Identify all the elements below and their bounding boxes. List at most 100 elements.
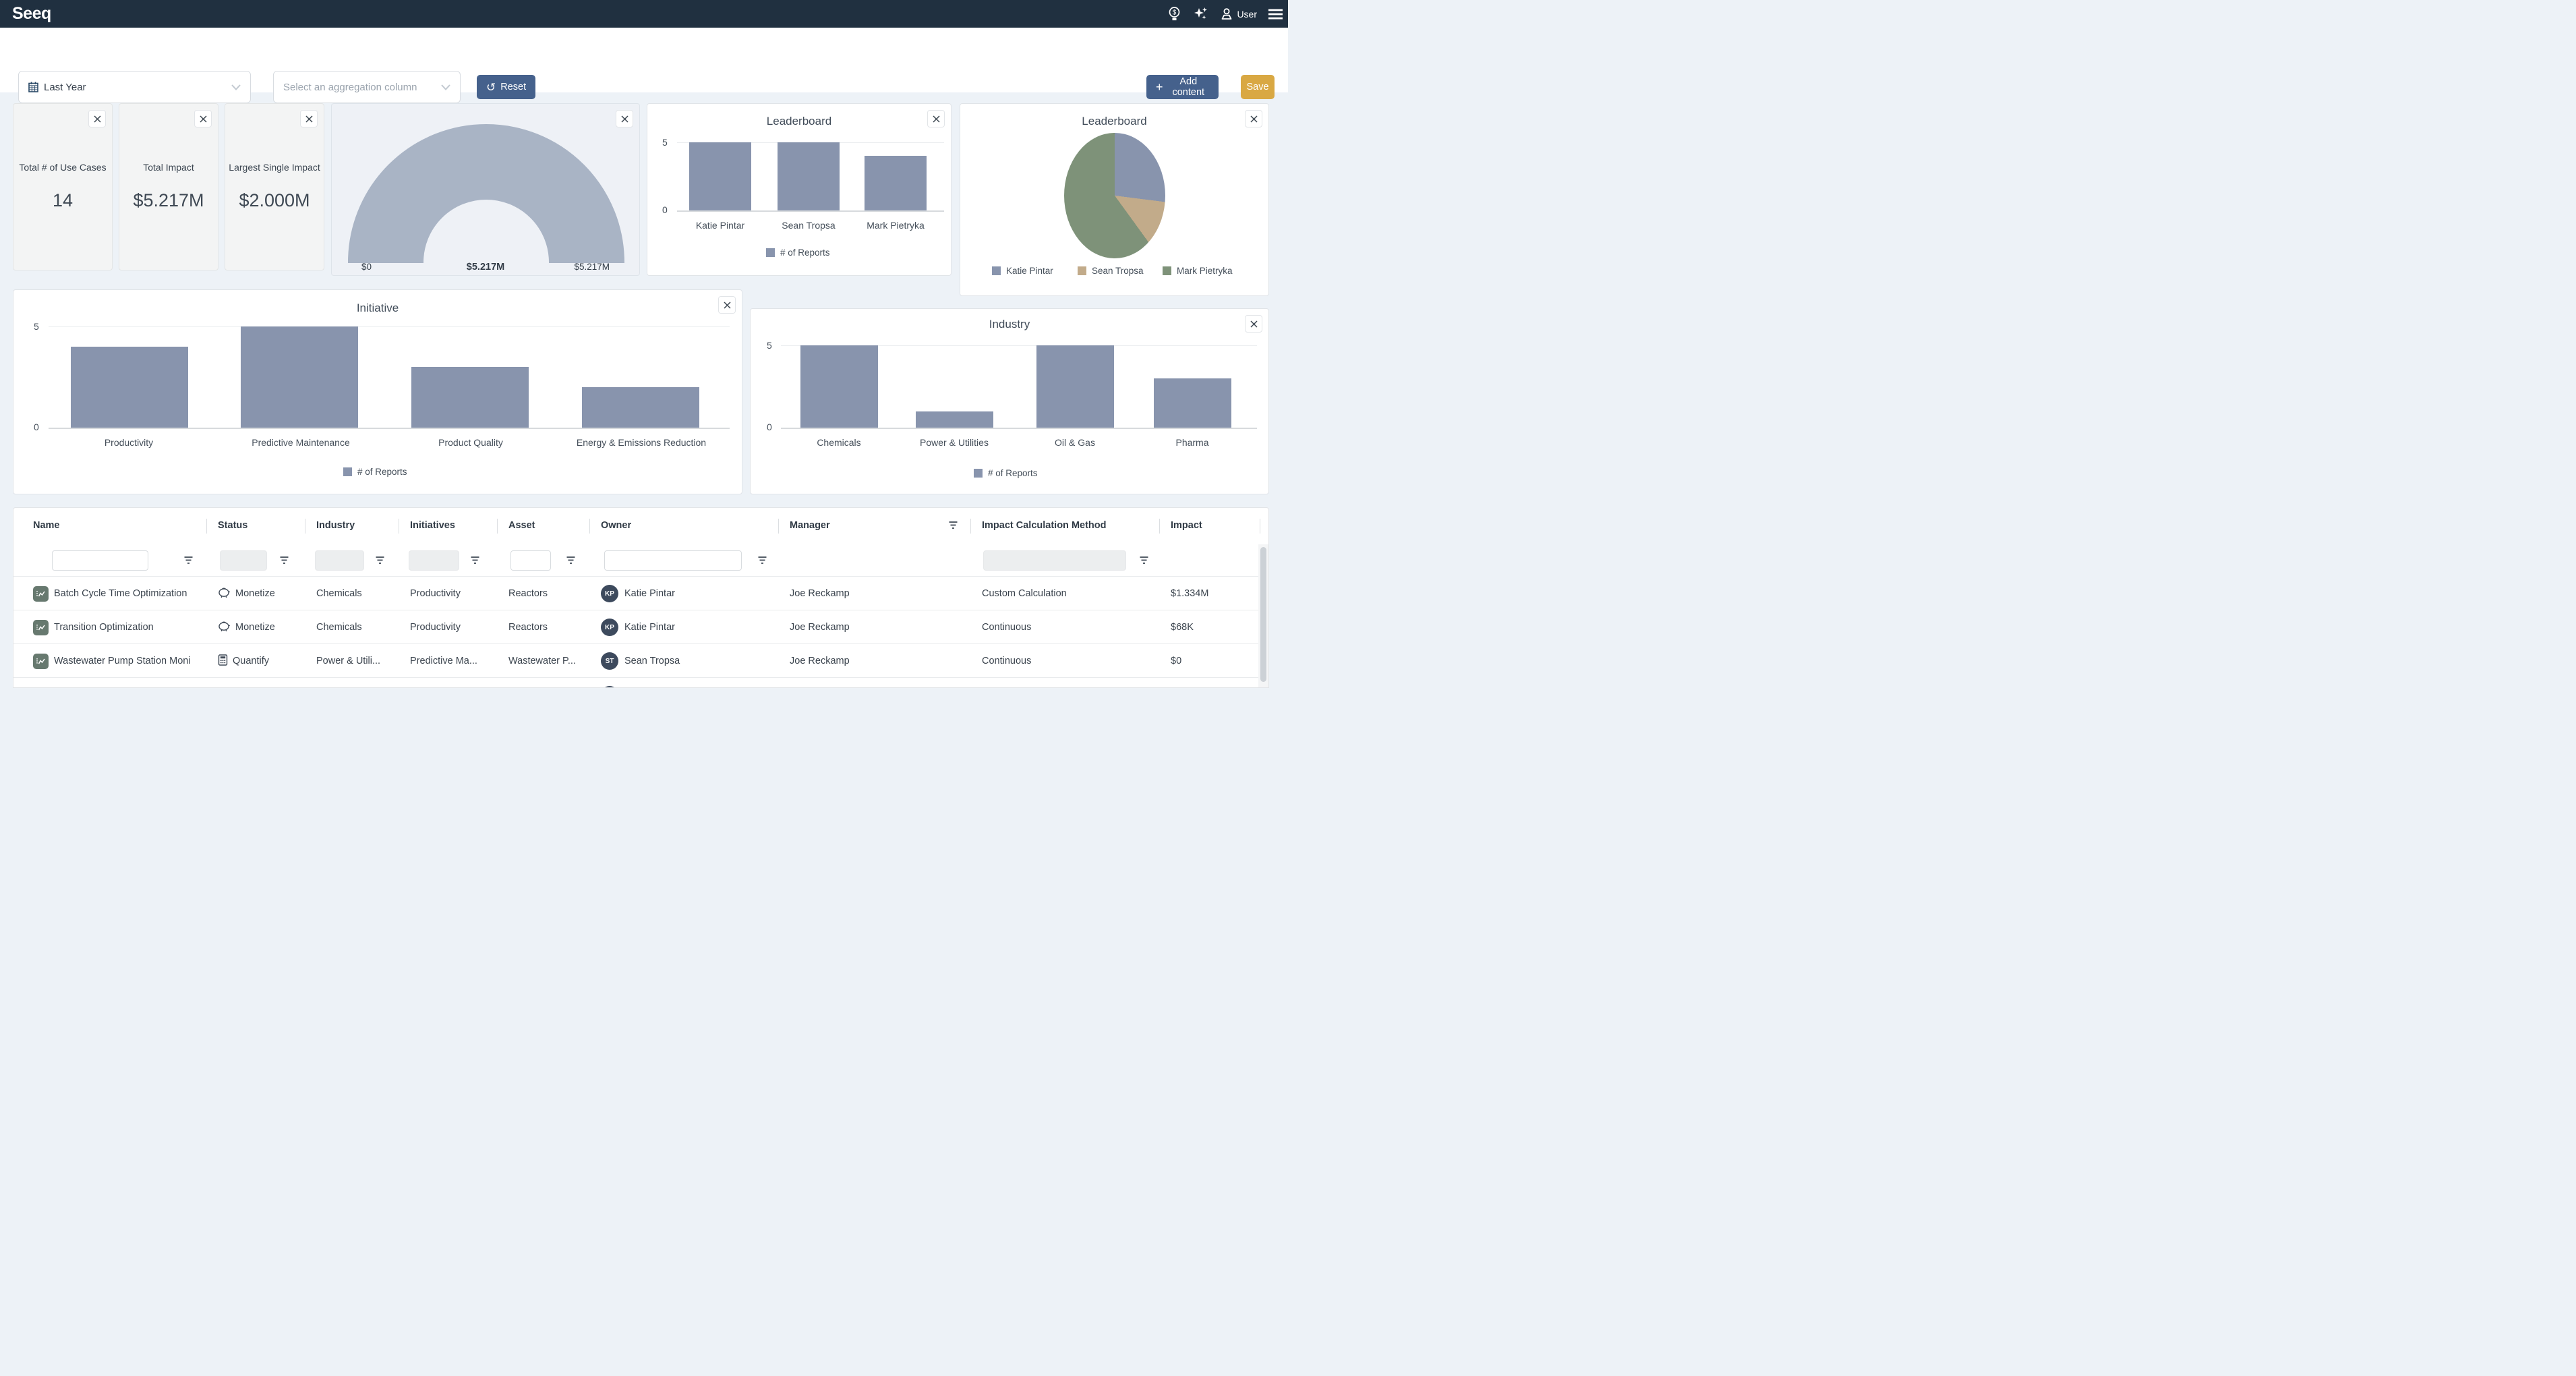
chevron-down-icon <box>231 84 241 90</box>
report-icon <box>33 687 49 689</box>
column-divider <box>589 519 590 534</box>
impact-lightbulb-icon[interactable]: $ <box>1167 6 1181 22</box>
aggregation-select[interactable]: Select an aggregation column <box>273 71 461 103</box>
close-button[interactable] <box>300 110 318 127</box>
app-header-bar: Seeq $ User <box>0 0 1288 28</box>
asset-filter-icon[interactable] <box>566 556 576 568</box>
user-menu[interactable]: User <box>1220 7 1257 21</box>
date-range-select[interactable]: Last Year <box>18 71 251 103</box>
ai-sparkles-icon[interactable] <box>1193 6 1208 22</box>
initiatives-filter-input[interactable] <box>409 550 459 571</box>
piggy-bank-icon <box>218 587 231 601</box>
table-row[interactable]: Batch Cycle Time Optimization Monetize C… <box>13 577 1268 610</box>
close-button[interactable] <box>88 110 106 127</box>
x-label: Pharma <box>1175 437 1208 448</box>
x-label: Power & Utilities <box>920 437 989 448</box>
close-icon <box>200 115 207 123</box>
owner-filter-icon[interactable] <box>757 556 767 568</box>
seeq-logo[interactable]: Seeq <box>12 4 51 24</box>
initiatives-cell: Predictive... <box>410 678 492 688</box>
column-header-owner[interactable]: Owner <box>601 520 631 531</box>
save-label: Save <box>1246 82 1268 92</box>
kpi-value: $2.000M <box>225 190 324 211</box>
menu-icon[interactable] <box>1268 9 1283 20</box>
x-label: Oil & Gas <box>1055 437 1095 448</box>
status-filter-icon[interactable] <box>279 556 289 568</box>
manager-cell: Joe Reckamp <box>790 610 965 644</box>
chart-title: Industry <box>751 318 1268 331</box>
impact-method-filter-icon[interactable] <box>1139 556 1149 568</box>
close-icon <box>305 115 313 123</box>
x-label: Chemicals <box>817 437 860 448</box>
x-label: Energy & Emissions Reduction <box>577 437 706 448</box>
kpi-label: Total Impact <box>119 162 218 173</box>
column-header-manager[interactable]: Manager <box>790 520 830 531</box>
close-button[interactable] <box>194 110 212 127</box>
impact-cell: $1.334M <box>1171 577 1255 610</box>
legend-label: # of Reports <box>780 248 830 258</box>
kpi-label: Largest Single Impact <box>225 162 324 173</box>
manager-filter-icon[interactable] <box>948 521 958 533</box>
legend-item: Sean Tropsa <box>1078 266 1144 276</box>
status-cell: Monetize <box>218 610 302 644</box>
x-label: Productivity <box>105 437 153 448</box>
add-content-button[interactable]: + Add content <box>1146 75 1219 99</box>
industry-filter-icon[interactable] <box>375 556 385 568</box>
column-header-initiatives[interactable]: Initiatives <box>410 520 455 531</box>
owner-avatar: KP <box>601 619 618 636</box>
table-row[interactable]: Wastewater Pump Station Moni Quantify Po… <box>13 644 1268 678</box>
calendar-icon <box>28 82 38 92</box>
owner-avatar: MP <box>601 686 618 688</box>
user-label: User <box>1237 9 1257 20</box>
x-axis-baseline <box>781 428 1257 429</box>
asset-cell: Wastewater P... <box>508 644 584 678</box>
bar <box>800 345 878 428</box>
name-cell: Batch Cycle Time Optimization <box>33 577 202 610</box>
bar <box>241 326 358 428</box>
table-row[interactable]: Transition Optimization Monetize Chemica… <box>13 610 1268 644</box>
column-header-asset[interactable]: Asset <box>508 520 535 531</box>
column-header-name[interactable]: Name <box>33 520 60 531</box>
industry-chart-card: Industry 5 0 Chemicals Power & Utilities… <box>750 308 1269 494</box>
asset-filter-input[interactable] <box>510 550 551 571</box>
column-header-impact-method[interactable]: Impact Calculation Method <box>982 520 1107 531</box>
bar-plot <box>13 326 743 428</box>
status-cell: Quantify <box>218 644 302 678</box>
dashboard-page: Seeq $ User Last Year Select an aggregat <box>0 0 1288 688</box>
chart-legend: # of Reports <box>343 467 407 477</box>
bar <box>1154 378 1231 428</box>
owner-cell: KPKatie Pintar <box>601 610 773 644</box>
manager-cell: Joe Reckamp <box>790 577 965 610</box>
column-header-industry[interactable]: Industry <box>316 520 355 531</box>
bar <box>411 367 529 428</box>
status-filter-input[interactable] <box>220 550 267 571</box>
column-header-status[interactable]: Status <box>218 520 247 531</box>
save-button[interactable]: Save <box>1241 75 1275 99</box>
name-filter-icon[interactable] <box>183 556 194 568</box>
reset-icon: ↺ <box>486 82 496 93</box>
reset-button[interactable]: ↺ Reset <box>477 75 535 99</box>
owner-filter-input[interactable] <box>604 550 742 571</box>
chevron-down-icon <box>441 84 450 90</box>
asset-cell: Reactors <box>508 577 584 610</box>
x-label: Mark Pietryka <box>867 220 925 231</box>
initiatives-cell: Predictive Ma... <box>410 644 492 678</box>
industry-filter-input[interactable] <box>315 550 364 571</box>
x-label: Katie Pintar <box>696 220 744 231</box>
column-divider <box>970 519 971 534</box>
owner-avatar: ST <box>601 652 618 670</box>
table-row[interactable]: Pipeline Pump Replacement Monetize Oil &… <box>13 678 1268 688</box>
bar <box>71 347 188 428</box>
initiatives-filter-icon[interactable] <box>470 556 480 568</box>
impact-method-filter-input[interactable] <box>983 550 1126 571</box>
impact-method-cell: Continuous <box>982 644 1154 678</box>
toolbar: Last Year Select an aggregation column ↺… <box>0 28 1288 92</box>
owner-cell: MPMark Pietryka <box>601 678 773 688</box>
legend-label: Sean Tropsa <box>1092 266 1144 276</box>
name-filter-input[interactable] <box>52 550 148 571</box>
table-scrollbar-thumb[interactable] <box>1260 547 1266 682</box>
owner-cell: STSean Tropsa <box>601 644 773 678</box>
owner-avatar: KP <box>601 585 618 602</box>
kpi-card-largest-impact: Largest Single Impact $2.000M <box>225 103 324 270</box>
column-header-impact[interactable]: Impact <box>1171 520 1202 531</box>
